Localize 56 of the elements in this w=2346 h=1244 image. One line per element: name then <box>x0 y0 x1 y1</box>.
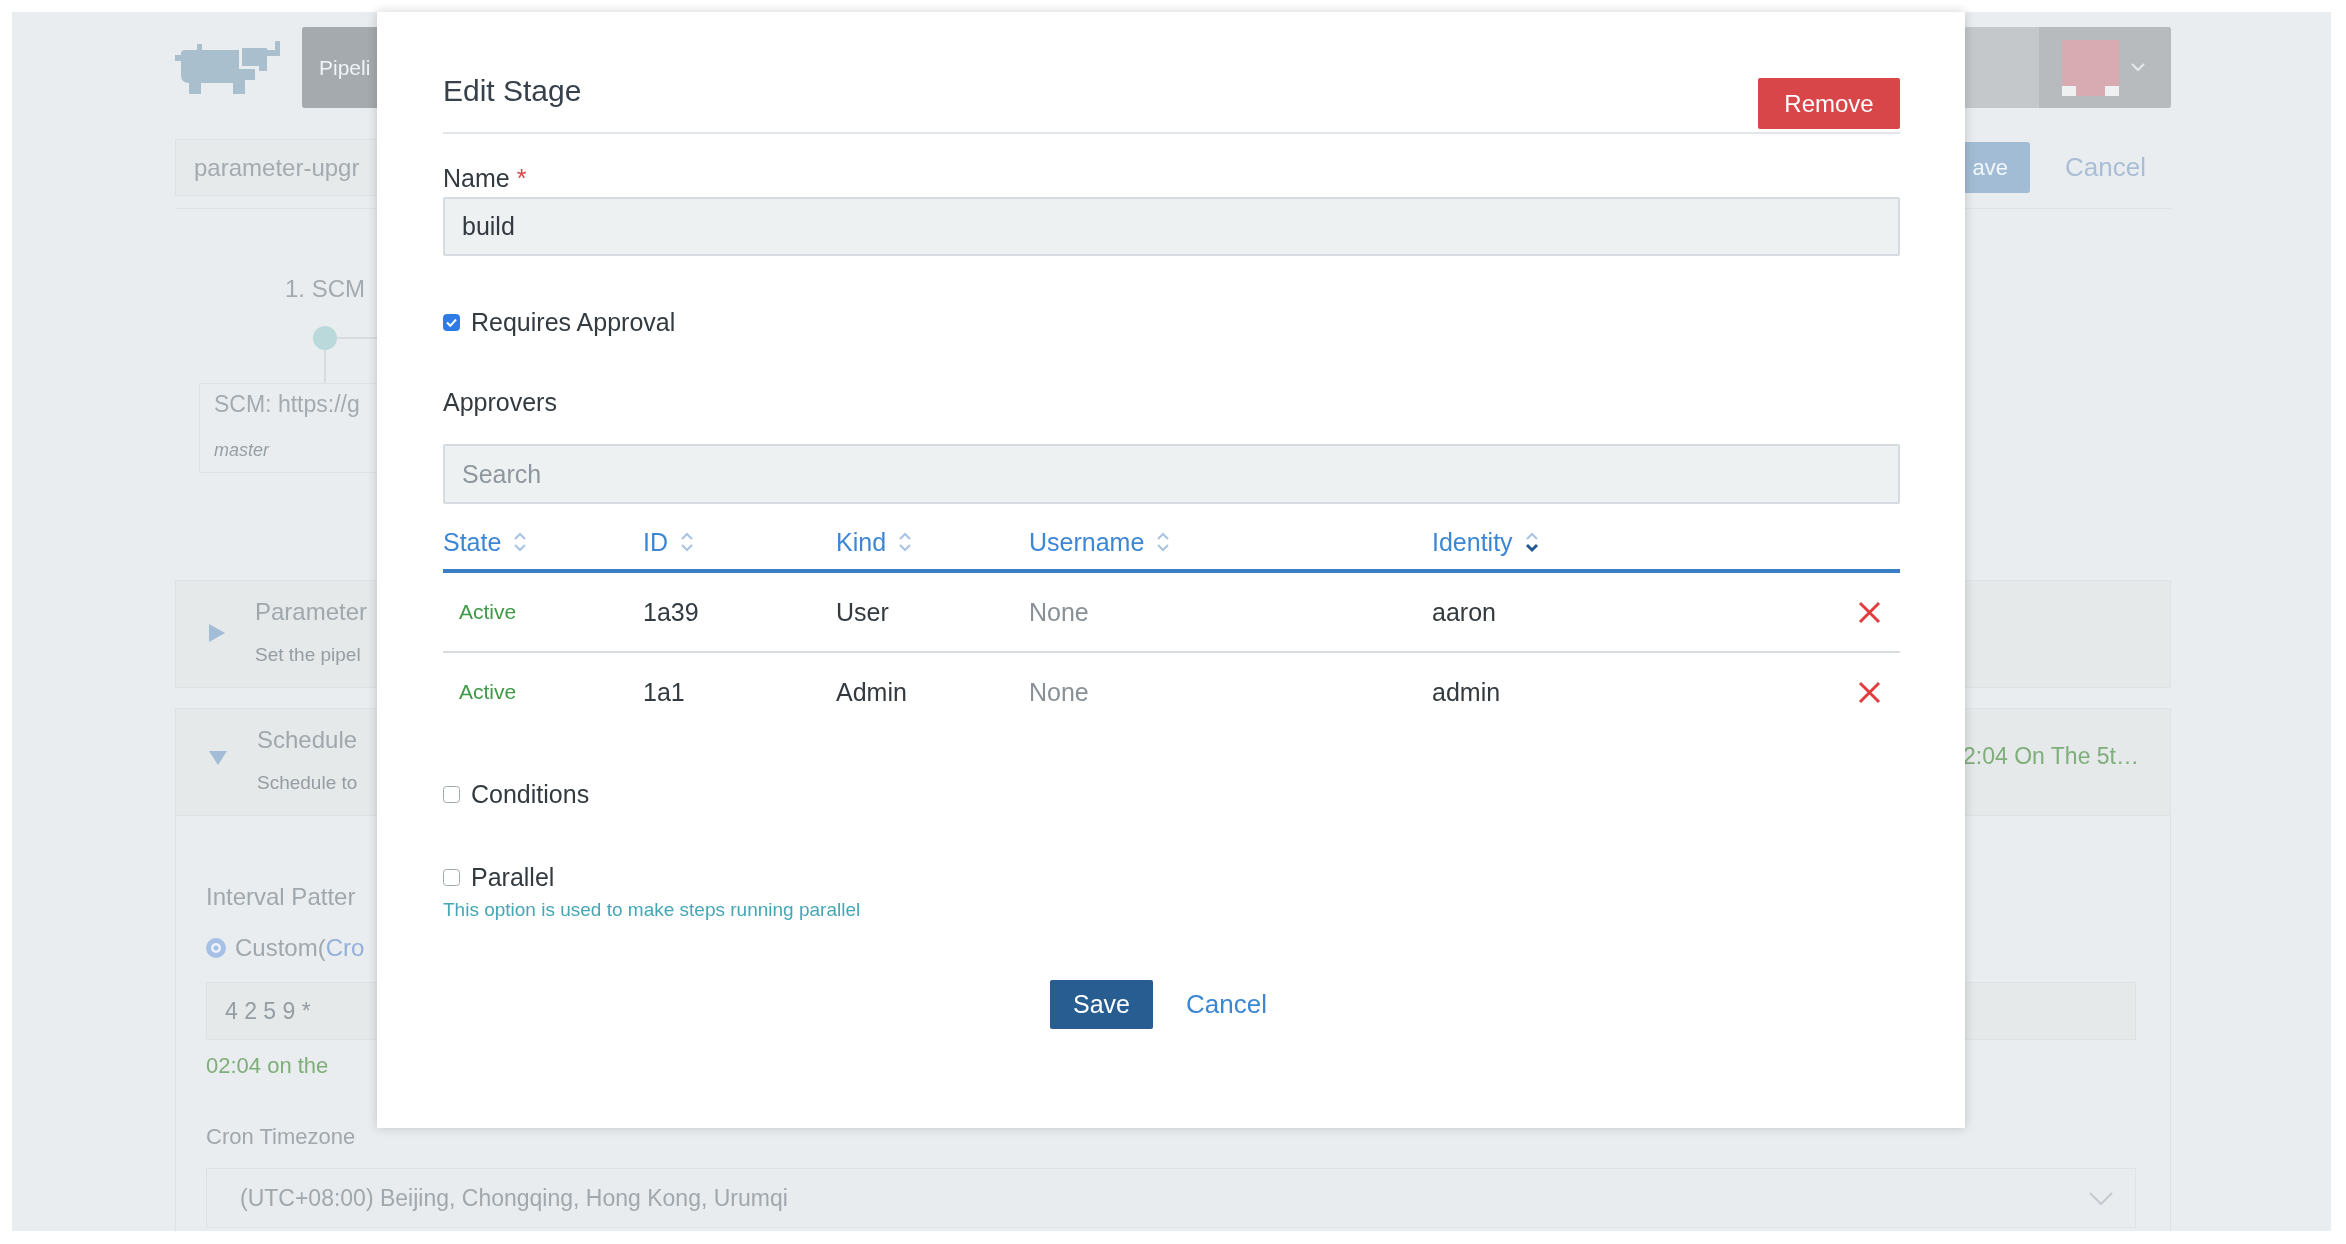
stage-dot-icon <box>313 326 337 350</box>
table-cell: 1a39 <box>643 597 699 627</box>
column-header[interactable]: Username <box>1029 527 1171 557</box>
column-header[interactable]: Identity <box>1432 527 1539 557</box>
column-header[interactable]: Kind <box>836 527 913 557</box>
source-text: SCM: https://g <box>214 391 361 417</box>
stage-card[interactable]: SCM: https://g master <box>199 383 380 473</box>
checkbox-label[interactable]: Requires Approval <box>471 307 676 337</box>
search-field[interactable]: Search <box>443 444 1900 504</box>
cron-description: 02:04 on the <box>206 1054 329 1078</box>
section-subtitle: Schedule to <box>257 771 358 795</box>
table-cell: User <box>836 597 889 627</box>
column-header[interactable]: State <box>443 527 528 557</box>
timezone-select[interactable]: (UTC+08:00) Beijing, Chongqing, Hong Kong, Urumqi <box>206 1168 2136 1228</box>
checkbox[interactable] <box>443 868 460 886</box>
checkbox-label[interactable]: Parallel <box>471 862 555 892</box>
nav-tab[interactable]: Pipeli <box>302 27 377 108</box>
stage-title: 1. SCM <box>285 277 365 301</box>
cancel-button[interactable]: Cancel <box>1186 989 1267 1020</box>
field-label: Name * <box>443 163 527 193</box>
bull-icon[interactable] <box>175 41 281 94</box>
chevron-down-icon <box>2089 1191 2113 1205</box>
table-cell: admin <box>1432 677 1501 707</box>
name-input[interactable]: build <box>443 197 1900 256</box>
table-cell: None <box>1029 677 1089 707</box>
save-button[interactable]: Save <box>1050 980 1153 1029</box>
state-text: Active <box>459 680 517 704</box>
delete-icon[interactable] <box>1857 680 1881 704</box>
checkbox[interactable] <box>443 785 460 803</box>
section-subtitle: Set the pipel <box>255 643 361 667</box>
table-cell: aaron <box>1432 597 1496 627</box>
select-value: (UTC+08:00) Beijing, Chongqing, Hong Kong, Urumqi <box>240 1184 788 1212</box>
dialog-title: Edit Stage <box>443 76 582 106</box>
section-title: Schedule <box>257 726 358 754</box>
table-cell: 1a1 <box>643 677 685 707</box>
schedule-summary: 2:04 On The 5t… <box>1963 742 2139 770</box>
section-title: Parameter <box>255 598 368 626</box>
checkbox-label[interactable]: Conditions <box>471 779 590 809</box>
section-label: Approvers <box>443 387 557 417</box>
delete-icon[interactable] <box>1857 600 1881 624</box>
branch-text: master <box>214 439 271 461</box>
column-header[interactable]: ID <box>643 527 694 557</box>
remove-button[interactable]: Remove <box>1758 78 1900 129</box>
radio-label[interactable]: Custom(Cro <box>235 934 365 962</box>
checkbox[interactable] <box>443 313 460 331</box>
chevron-down-icon <box>2131 63 2145 72</box>
table-cell: Admin <box>836 677 907 707</box>
user-menu[interactable] <box>2039 27 2171 108</box>
field-label: Cron Timezone <box>206 1127 356 1147</box>
state-text: Active <box>459 600 517 624</box>
avatar-icon <box>2062 39 2119 96</box>
field-label: Interval Patter <box>206 883 356 911</box>
help-text: This option is used to make steps running parallel <box>443 898 861 922</box>
radio-button[interactable] <box>206 938 226 958</box>
pipeline-name-field[interactable]: parameter-upgr <box>175 139 380 196</box>
table-cell: None <box>1029 597 1089 627</box>
